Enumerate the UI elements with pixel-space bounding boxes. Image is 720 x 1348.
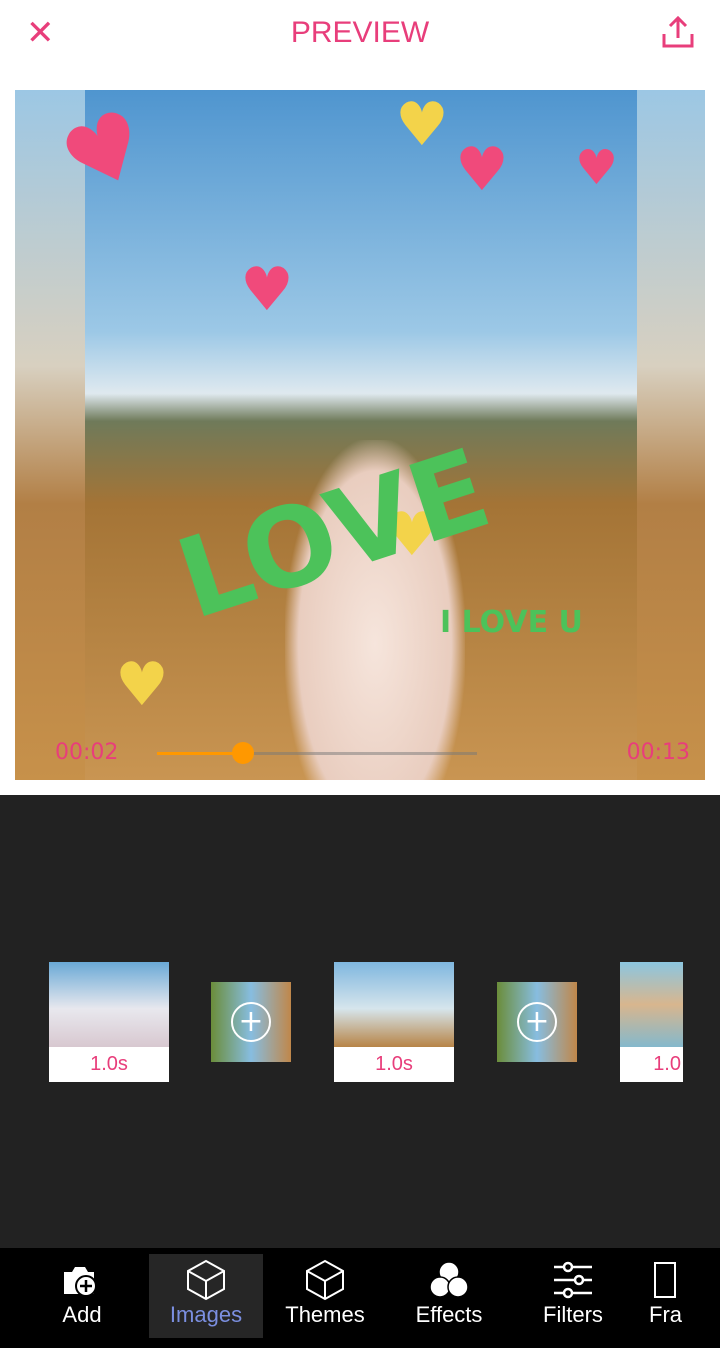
seek-bar-fill (157, 752, 244, 755)
bottom-toolbar: Add Images Themes Effects Filters Fra (0, 1248, 720, 1348)
tab-label: Filters (543, 1302, 603, 1327)
video-preview[interactable]: ♥ ♥ ♥ ♥ ♥ ♥ ♥ LOVE I LOVE U 00:02 00:13 (15, 90, 705, 780)
page-title: PREVIEW (290, 16, 430, 49)
heart-sticker: ♥ (575, 140, 619, 196)
heart-sticker: ♥ (115, 650, 169, 720)
circles-icon (429, 1261, 469, 1298)
clip-thumbnail[interactable]: 1.0s (49, 962, 169, 1082)
cube-icon (187, 1259, 225, 1301)
share-icon[interactable] (660, 14, 696, 50)
camera-add-icon (64, 1267, 97, 1297)
cube-icon (306, 1259, 344, 1301)
sliders-icon (554, 1261, 592, 1299)
tab-label: Themes (285, 1302, 365, 1327)
plus-icon: + (231, 1002, 271, 1042)
tab-effects[interactable]: Effects (387, 1254, 511, 1338)
heart-sticker: ♥ (240, 255, 294, 325)
clip-duration: 1.0s (375, 1053, 413, 1075)
add-transition-button[interactable]: + (211, 982, 291, 1062)
heart-sticker: ♥ (395, 90, 449, 160)
clip-duration: 1.0 (653, 1053, 681, 1075)
heart-sticker: ♥ (455, 135, 509, 205)
seek-bar[interactable] (157, 742, 477, 764)
header: ✕ PREVIEW (0, 0, 720, 70)
tab-themes[interactable]: Themes (263, 1254, 387, 1338)
plus-icon: + (517, 1002, 557, 1042)
tab-add[interactable]: Add (20, 1254, 144, 1338)
clip-thumbnail[interactable]: 1.0s (334, 962, 454, 1082)
side-image-right (635, 90, 705, 780)
frame-icon (654, 1262, 676, 1298)
preview-panel: ✕ PREVIEW ♥ ♥ ♥ ♥ ♥ ♥ ♥ LOVE I LOVE U 00… (0, 0, 720, 795)
side-image-left (15, 90, 85, 780)
tab-label: Images (169, 1302, 243, 1327)
clip-duration: 1.0s (90, 1053, 128, 1075)
tab-label: Add (62, 1302, 102, 1327)
add-transition-button[interactable]: + (497, 982, 577, 1062)
current-time: 00:02 (55, 740, 119, 765)
timeline-strip: 1.0s + 1.0s + 1.0 (0, 962, 720, 1082)
tab-images[interactable]: Images (149, 1254, 263, 1338)
i-love-u-sticker: I LOVE U (440, 605, 583, 640)
tab-filters[interactable]: Filters (511, 1254, 635, 1338)
total-time: 00:13 (626, 740, 690, 765)
tab-label: Effects (415, 1302, 483, 1327)
tab-label: Fra (649, 1302, 682, 1327)
clip-thumbnail[interactable]: 1.0 (620, 962, 683, 1082)
tab-frames[interactable]: Fra (635, 1254, 695, 1338)
